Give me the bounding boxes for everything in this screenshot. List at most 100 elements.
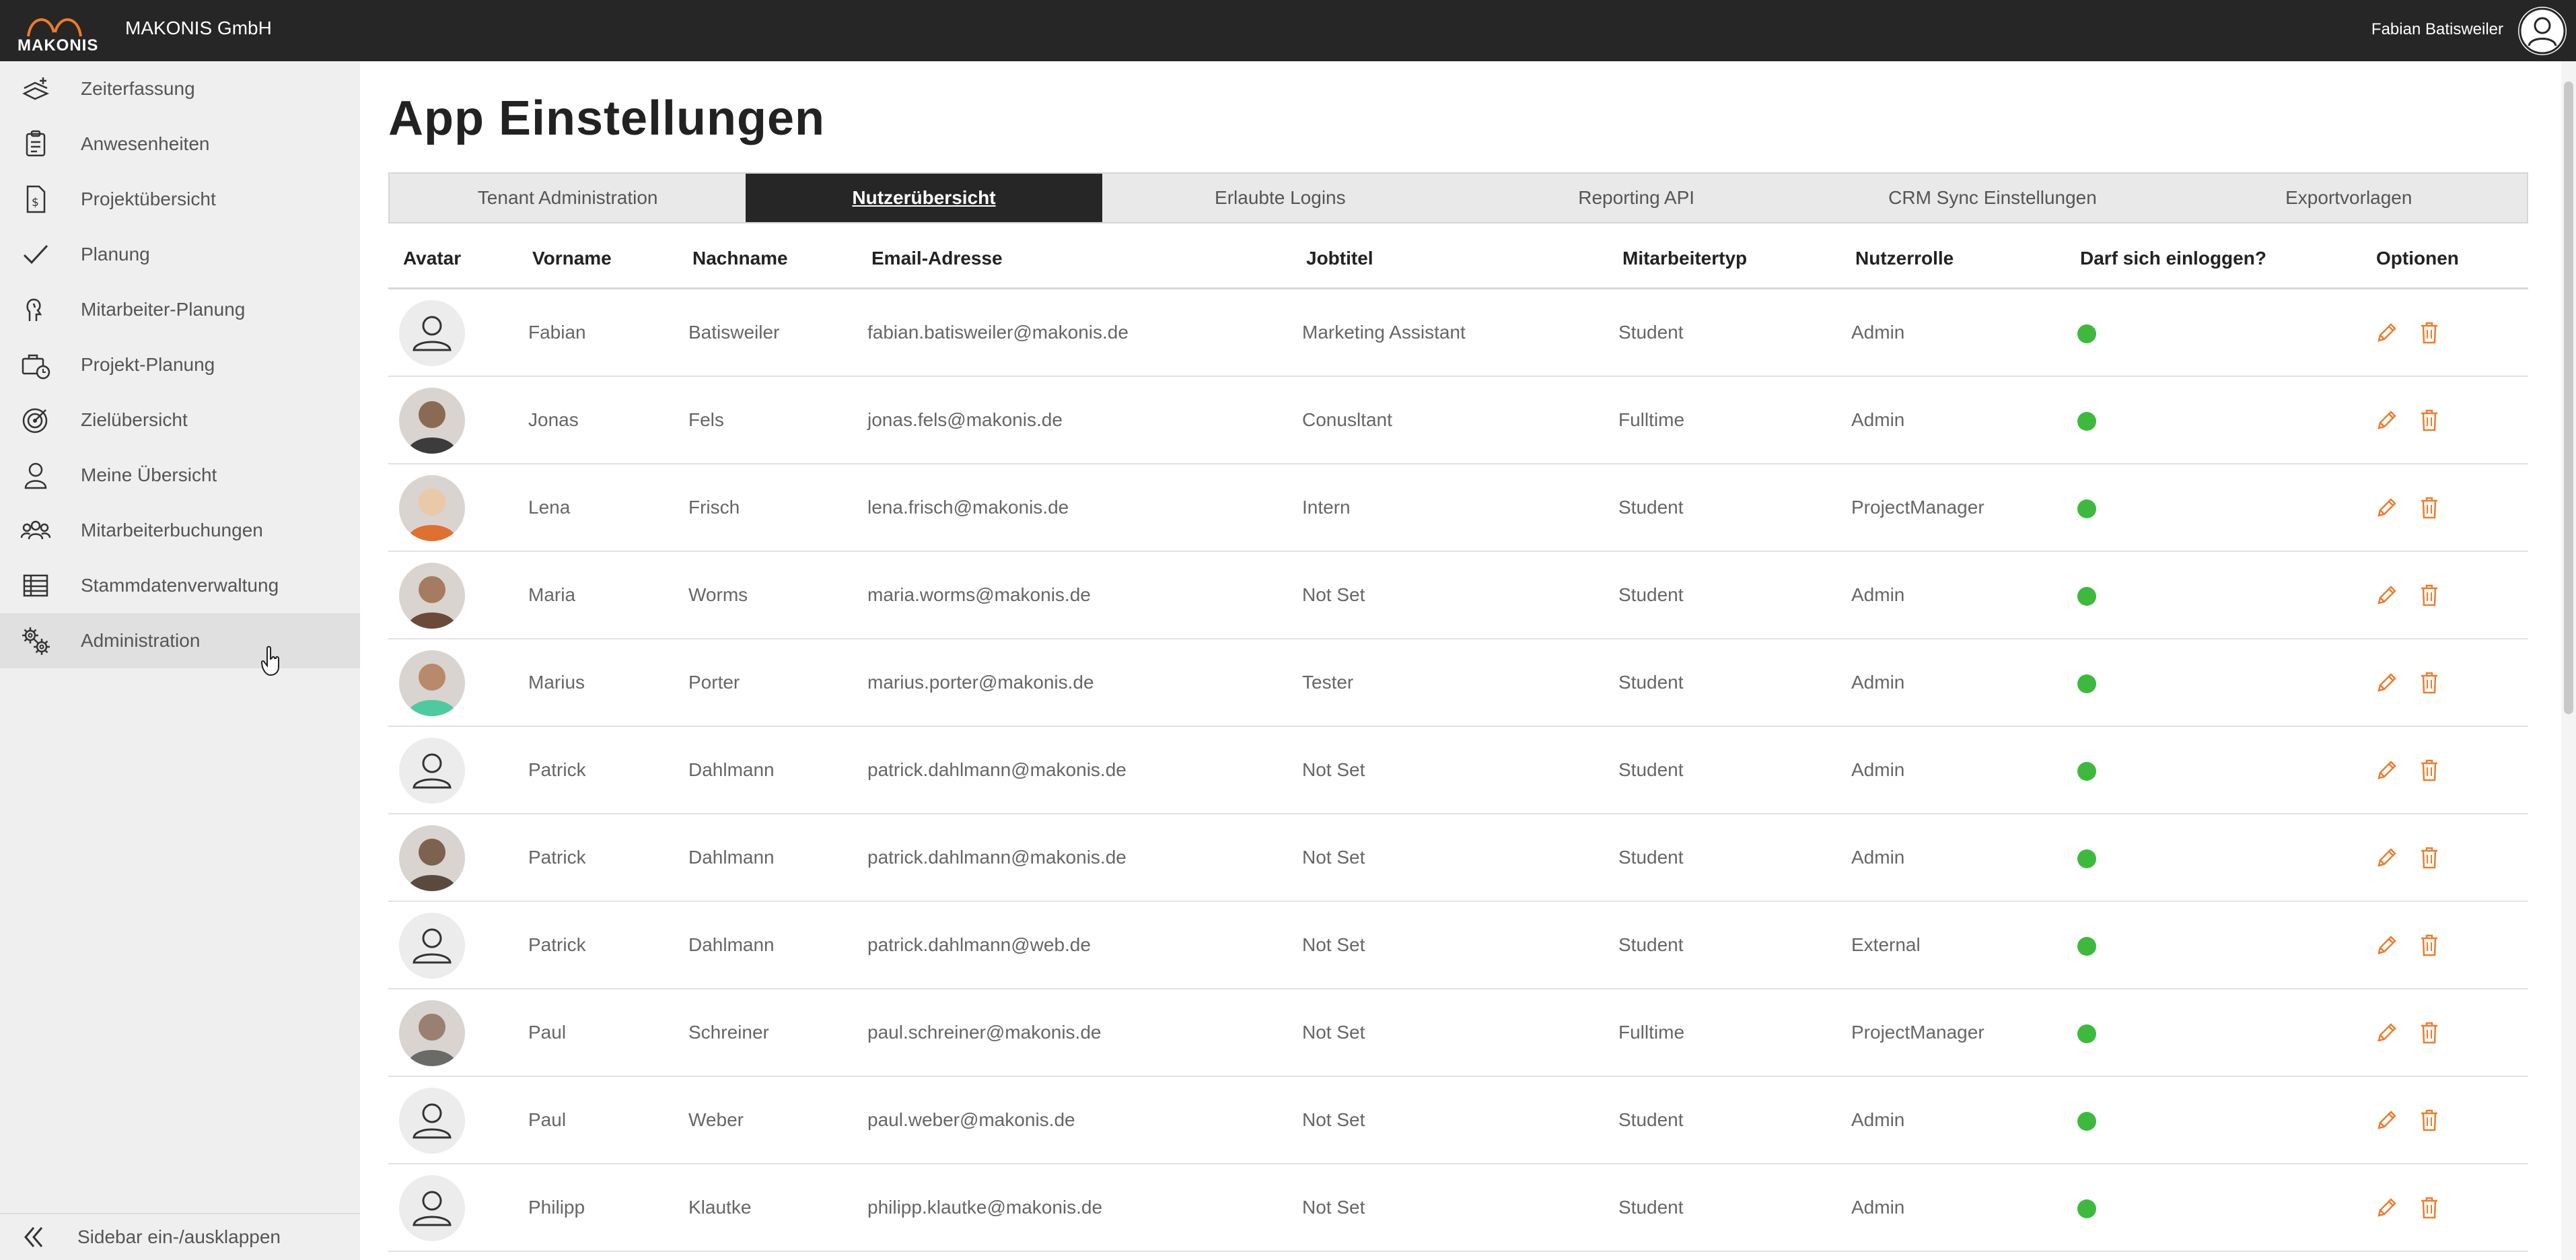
job-title: Not Set (1302, 1109, 1365, 1130)
delete-trash-icon[interactable] (2419, 1195, 2439, 1220)
user-role: Admin (1851, 759, 1905, 780)
avatar-photo (399, 388, 465, 454)
avatar-placeholder-icon (399, 1175, 465, 1241)
edit-pencil-icon[interactable] (2375, 322, 2398, 345)
last-name: Dahlmann (688, 759, 775, 780)
login-allowed-indicator (2077, 674, 2096, 693)
sidebar-item-mitarbeiterbuchungen[interactable]: Mitarbeiterbuchungen (0, 503, 360, 558)
delete-trash-icon[interactable] (2419, 758, 2439, 782)
delete-trash-icon[interactable] (2419, 670, 2439, 695)
edit-pencil-icon[interactable] (2375, 1109, 2398, 1132)
employee-type: Student (1618, 1197, 1684, 1218)
table-body: Fabian Batisweiler fabian.batisweiler@ma… (388, 289, 2528, 1252)
group-icon (20, 515, 51, 546)
last-name: Frisch (688, 497, 740, 518)
sidebar-item-anwesenheiten[interactable]: Anwesenheiten (0, 116, 360, 172)
edit-pencil-icon[interactable] (2375, 847, 2398, 870)
sidebar-item-mitarbeiter-planung[interactable]: Mitarbeiter-Planung (0, 282, 360, 337)
edit-pencil-icon[interactable] (2375, 759, 2398, 782)
sidebar-item-label: Mitarbeiterbuchungen (81, 520, 263, 540)
sidebar-item-label: Mitarbeiter-Planung (81, 299, 246, 320)
tab-tenant-administration[interactable]: Tenant Administration (390, 174, 746, 222)
last-name: Fels (688, 409, 724, 430)
last-name: Dahlmann (688, 847, 775, 868)
delete-trash-icon[interactable] (2419, 845, 2439, 870)
email-address: fabian.batisweiler@makonis.de (867, 322, 1129, 343)
last-name: Batisweiler (688, 322, 780, 343)
project-document-icon: $ (20, 184, 51, 215)
sidebar-item-projekt-planung[interactable]: Projekt-Planung (0, 337, 360, 392)
employee-type: Student (1618, 497, 1684, 518)
edit-pencil-icon[interactable] (2375, 672, 2398, 695)
sidebar-item-administration[interactable]: Administration (0, 613, 360, 668)
table-row: Fabian Batisweiler fabian.batisweiler@ma… (388, 289, 2528, 377)
column-header-jobtitel: Jobtitel (1306, 248, 1373, 269)
last-name: Dahlmann (688, 934, 775, 955)
first-name: Patrick (528, 934, 586, 955)
delete-trash-icon[interactable] (2419, 1108, 2439, 1132)
email-address: maria.worms@makonis.de (867, 584, 1091, 605)
email-address: patrick.dahlmann@makonis.de (867, 759, 1126, 780)
scrollbar-thumb[interactable] (2564, 81, 2573, 714)
table-row: Paul Weber paul.weber@makonis.de Not Set… (388, 1077, 2528, 1164)
avatar-placeholder-icon (399, 300, 465, 366)
edit-pencil-icon[interactable] (2375, 584, 2398, 607)
tab-exportvorlagen[interactable]: Exportvorlagen (2171, 174, 2527, 222)
last-name: Schreiner (688, 1022, 769, 1043)
login-allowed-indicator (2077, 499, 2096, 518)
tab-crm-sync-einstellungen[interactable]: CRM Sync Einstellungen (1814, 174, 2170, 222)
employee-type: Student (1618, 1109, 1684, 1130)
avatar-photo (399, 650, 465, 716)
sidebar-item-label: Meine Übersicht (81, 464, 217, 485)
edit-pencil-icon[interactable] (2375, 934, 2398, 957)
login-allowed-indicator (2077, 937, 2096, 956)
avatar-placeholder-icon (399, 738, 465, 804)
sidebar: Zeiterfassung Anwesenheiten $ Projektübe… (0, 61, 360, 1260)
sidebar-item-zieluebersicht[interactable]: Zielübersicht (0, 392, 360, 448)
delete-trash-icon[interactable] (2419, 933, 2439, 957)
avatar-placeholder-icon (399, 913, 465, 979)
login-allowed-indicator (2077, 1199, 2096, 1218)
job-title: Conusltant (1302, 409, 1392, 430)
edit-pencil-icon[interactable] (2375, 1022, 2398, 1045)
user-name[interactable]: Fabian Batisweiler (2371, 20, 2503, 39)
tab-nutzeruebersicht[interactable]: Nutzerübersicht (746, 174, 1102, 222)
avatar-photo (399, 563, 465, 629)
user-role: Admin (1851, 672, 1905, 693)
sidebar-item-planung[interactable]: Planung (0, 227, 360, 282)
makonis-logo[interactable]: MAKONIS (17, 9, 98, 55)
sidebar-item-zeiterfassung[interactable]: Zeiterfassung (0, 61, 360, 116)
tab-erlaubte-logins[interactable]: Erlaubte Logins (1102, 174, 1458, 222)
first-name: Lena (528, 497, 571, 518)
sidebar-item-label: Projektübersicht (81, 188, 216, 209)
delete-trash-icon[interactable] (2419, 1020, 2439, 1045)
delete-trash-icon[interactable] (2419, 408, 2439, 432)
delete-trash-icon[interactable] (2419, 320, 2439, 345)
tab-reporting-api[interactable]: Reporting API (1458, 174, 1814, 222)
target-icon (20, 405, 51, 435)
table-icon (20, 570, 51, 601)
edit-pencil-icon[interactable] (2375, 409, 2398, 432)
job-title: Intern (1302, 497, 1351, 518)
edit-pencil-icon[interactable] (2375, 1197, 2398, 1220)
login-allowed-indicator (2077, 1112, 2096, 1131)
login-allowed-indicator (2077, 849, 2096, 868)
user-role: ProjectManager (1851, 1022, 1984, 1043)
delete-trash-icon[interactable] (2419, 583, 2439, 607)
sidebar-item-stammdatenverwaltung[interactable]: Stammdatenverwaltung (0, 558, 360, 613)
user-role: External (1851, 934, 1921, 955)
page-scrollbar[interactable] (2561, 61, 2576, 1260)
edit-pencil-icon[interactable] (2375, 497, 2398, 520)
last-name: Porter (688, 672, 740, 693)
sidebar-item-projektuebersicht[interactable]: $ Projektübersicht (0, 172, 360, 227)
sidebar-item-meine-uebersicht[interactable]: Meine Übersicht (0, 448, 360, 503)
avatar-photo (399, 1000, 465, 1066)
delete-trash-icon[interactable] (2419, 495, 2439, 520)
column-header-email: Email-Adresse (871, 248, 1003, 269)
user-role: Admin (1851, 409, 1905, 430)
user-avatar-icon[interactable] (2518, 7, 2567, 55)
sidebar-toggle-button[interactable]: Sidebar ein-/ausklappen (0, 1213, 360, 1260)
sidebar-item-label: Projekt-Planung (81, 354, 215, 375)
table-row: Jonas Fels jonas.fels@makonis.de Conuslt… (388, 377, 2528, 464)
avatar-photo (399, 475, 465, 541)
